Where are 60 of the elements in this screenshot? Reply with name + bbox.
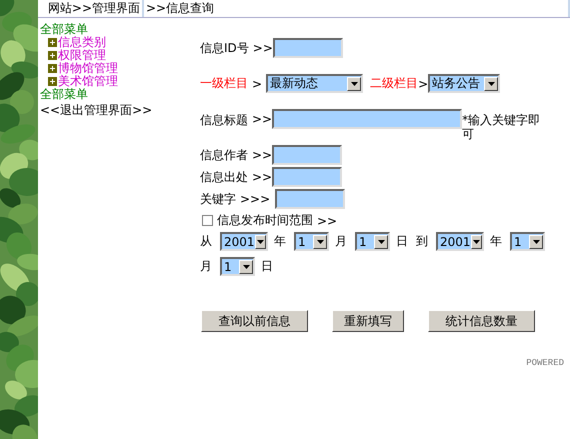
menu-heading: 全部菜单 xyxy=(40,88,89,101)
caret-icon xyxy=(488,82,495,86)
exit-link[interactable]: <<退出管理界面>> xyxy=(40,104,200,117)
date-label: 年 xyxy=(274,233,286,250)
input-field[interactable] xyxy=(272,38,343,58)
date-select[interactable]: 2001 xyxy=(220,232,268,251)
hint-text: *输入关键字即可 xyxy=(462,113,542,141)
caret-icon xyxy=(242,264,250,268)
date-select[interactable]: 1 xyxy=(510,232,545,251)
input-field[interactable] xyxy=(272,145,342,165)
caret-icon xyxy=(472,240,480,244)
caret-icon xyxy=(256,240,264,244)
arrow-text: > xyxy=(252,76,262,90)
date-select[interactable]: 1 xyxy=(220,257,255,276)
arrow-text: >>> xyxy=(240,192,270,206)
menu-item[interactable]: 博物馆管理 xyxy=(40,62,200,75)
menu-item[interactable]: 权限管理 xyxy=(40,49,200,62)
action-button[interactable]: 统计信息数量 xyxy=(428,310,535,332)
field-label: 关键字 xyxy=(200,190,236,208)
date-label: 日 xyxy=(396,233,408,250)
action-button[interactable]: 重新填写 xyxy=(332,310,404,332)
field-label: 信息ID号 xyxy=(200,40,249,56)
field-label: 一级栏目 xyxy=(200,75,248,92)
category-select[interactable]: 站务公告 xyxy=(428,74,500,93)
caret-icon xyxy=(350,82,358,86)
arrow-text: >> xyxy=(252,170,272,184)
action-button[interactable]: 查询以前信息 xyxy=(201,310,308,332)
caret-icon xyxy=(378,240,384,244)
date-label: 月 xyxy=(200,258,212,275)
field-label: 信息标题 xyxy=(200,112,248,129)
date-select[interactable]: 2001 xyxy=(436,232,484,251)
date-label: 到 xyxy=(416,233,428,250)
input-field[interactable] xyxy=(272,109,462,129)
date-select[interactable]: 1 xyxy=(355,232,390,251)
date-label: 从 xyxy=(200,233,212,250)
caret-icon xyxy=(316,240,324,244)
menu-item[interactable]: 信息类别 xyxy=(40,36,200,49)
field-label: 信息出处 xyxy=(200,168,248,186)
date-label: 月 xyxy=(335,233,347,250)
date-select[interactable]: 1 xyxy=(294,232,329,251)
input-field[interactable] xyxy=(272,167,342,187)
arrow-text: >> xyxy=(252,41,273,55)
footer-text: POWERED xyxy=(526,358,564,368)
menu-heading: 全部菜单 xyxy=(40,23,89,36)
checkbox-label: 信息发布时间范围 xyxy=(217,212,313,229)
breadcrumb-link[interactable]: 网站>>管理界面 xyxy=(38,0,144,17)
caret-icon xyxy=(532,240,540,244)
category-select[interactable]: 最新动态 xyxy=(266,74,364,93)
breadcrumb-link[interactable]: >>信息查询 xyxy=(144,0,570,17)
arrow-text: >> xyxy=(317,214,338,228)
date-label: 年 xyxy=(490,233,502,250)
date-label: 日 xyxy=(261,258,273,275)
menu-item[interactable]: 美术馆管理 xyxy=(40,75,200,88)
field-label: 信息作者 xyxy=(200,146,248,164)
checkbox[interactable] xyxy=(202,215,213,226)
arrow-text: > xyxy=(418,76,428,90)
arrow-text: >> xyxy=(252,112,272,126)
arrow-text: >> xyxy=(252,148,272,162)
input-field[interactable] xyxy=(275,189,346,209)
field-label: 二级栏目 xyxy=(370,75,418,92)
